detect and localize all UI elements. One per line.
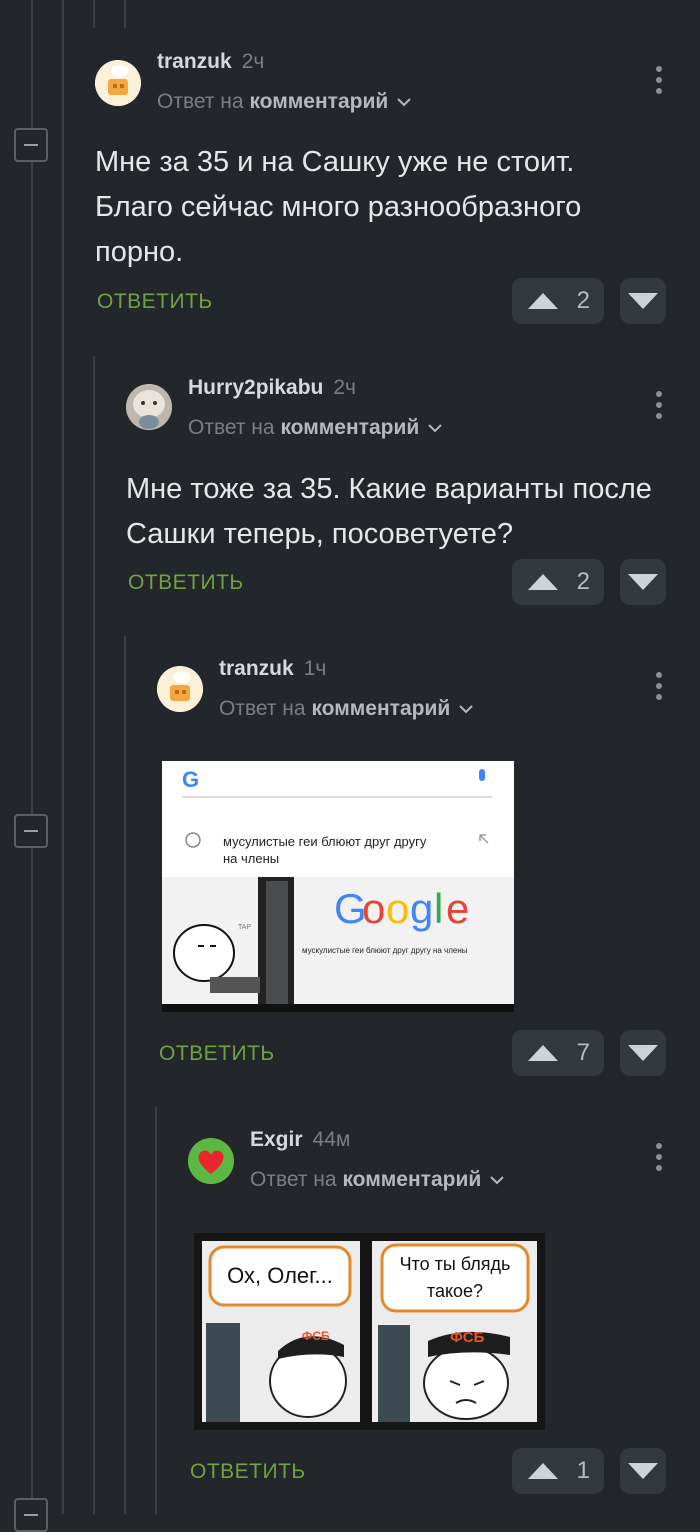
arrow-up-icon [528, 1045, 558, 1061]
username[interactable]: Exgir 44м [250, 1128, 350, 1152]
username[interactable]: Hurry2pikabu 2ч [188, 376, 356, 400]
meme-bubble-right: Что ты блядь такое? [399, 1254, 511, 1301]
user-avatar[interactable] [95, 60, 141, 106]
more-options-icon[interactable] [654, 1143, 664, 1173]
meme-cap-left-text: ФСБ [302, 1329, 330, 1343]
thread-line-4 [93, 356, 95, 1514]
comment-text: Мне за 35 и на Сашку уже не стоит. Благо… [95, 146, 582, 268]
more-options-icon[interactable] [654, 66, 664, 96]
search-query-text: мусулистые геи блюют друг другу [223, 834, 427, 849]
more-options-icon[interactable] [654, 672, 664, 702]
arrow-down-icon [628, 1463, 658, 1479]
svg-text:G: G [182, 767, 199, 792]
reply-to-link[interactable]: Ответ на комментарий [188, 416, 443, 440]
chevron-down-icon [459, 705, 473, 714]
arrow-down-icon [628, 1045, 658, 1061]
upvote-button[interactable]: 2 [512, 278, 604, 324]
vote-count: 7 [576, 1039, 590, 1066]
comment-text: Мне тоже за 35. Какие варианты после Саш… [126, 473, 652, 550]
chevron-down-icon [490, 1176, 504, 1185]
comment-time: 2ч [333, 376, 356, 399]
svg-text:мускулистые геи блюют друг дру: мускулистые геи блюют друг другу на член… [302, 946, 468, 955]
reply-to-link[interactable]: Ответ на комментарий [157, 90, 412, 114]
username[interactable]: tranzuk 2ч [157, 50, 264, 74]
vote-count: 1 [576, 1457, 590, 1484]
collapse-thread-button[interactable] [14, 1498, 48, 1532]
comment-image-google-meme[interactable]: G мусулистые геи блюют друг другу на чле… [162, 761, 514, 1012]
thread-line-6 [155, 1107, 157, 1514]
reply-to-link[interactable]: Ответ на комментарий [250, 1168, 505, 1192]
comment-time: 2ч [241, 50, 265, 73]
svg-text:e: e [446, 885, 469, 932]
upvote-button[interactable]: 2 [512, 559, 604, 605]
svg-text:o: o [386, 885, 409, 932]
downvote-button[interactable] [620, 559, 666, 605]
arrow-down-icon [628, 293, 658, 309]
upvote-button[interactable]: 1 [512, 1448, 604, 1494]
comment-tranzuk-1: tranzuk 2ч Ответ на комментарий Мне за 35… [0, 0, 700, 340]
comment-image-fsb-meme[interactable]: Ох, Олег... Что ты блядь такое? ФСБ ФСБ [194, 1233, 545, 1430]
arrow-up-icon [528, 1463, 558, 1479]
reply-button[interactable]: ОТВЕТИТЬ [190, 1460, 306, 1484]
vote-count: 2 [576, 287, 590, 314]
user-avatar[interactable] [157, 666, 203, 712]
chevron-down-icon [397, 98, 411, 107]
reply-to-link[interactable]: Ответ на комментарий [219, 697, 474, 721]
svg-text:l: l [434, 885, 443, 932]
user-avatar[interactable] [126, 384, 172, 430]
reply-button[interactable]: ОТВЕТИТЬ [159, 1042, 275, 1066]
downvote-button[interactable] [620, 1448, 666, 1494]
arrow-down-icon [628, 574, 658, 590]
username[interactable]: tranzuk 1ч [219, 657, 326, 681]
meme-cap-right-text: ФСБ [450, 1329, 485, 1346]
arrow-up-icon [528, 574, 558, 590]
more-options-icon[interactable] [654, 391, 664, 421]
thread-line-5 [124, 636, 126, 1514]
meme-bubble-left: Ох, Олег... [227, 1263, 333, 1288]
comment-time: 44м [312, 1128, 351, 1151]
reply-button[interactable]: ОТВЕТИТЬ [128, 571, 244, 595]
svg-text:TAP: TAP [238, 924, 251, 931]
user-avatar[interactable] [188, 1138, 234, 1184]
svg-text:на члены: на члены [223, 851, 279, 866]
svg-text:g: g [410, 885, 433, 932]
downvote-button[interactable] [620, 1030, 666, 1076]
reply-button[interactable]: ОТВЕТИТЬ [97, 290, 213, 314]
vote-count: 2 [576, 568, 590, 595]
chevron-down-icon [428, 424, 442, 433]
comment-time: 1ч [303, 657, 327, 680]
arrow-up-icon [528, 293, 558, 309]
upvote-button[interactable]: 7 [512, 1030, 604, 1076]
downvote-button[interactable] [620, 278, 666, 324]
svg-text:o: o [362, 885, 385, 932]
collapse-thread-button[interactable] [14, 814, 48, 848]
